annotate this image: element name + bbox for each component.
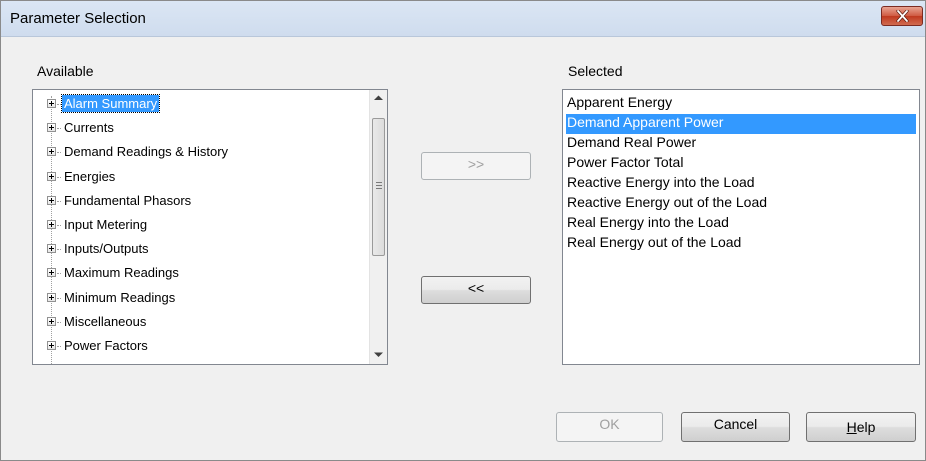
cancel-button-label: Cancel [713,416,758,432]
tree-connector [57,249,61,251]
plus-box-icon[interactable] [47,171,56,181]
tree-item[interactable]: Input Metering [47,215,347,235]
close-button[interactable] [881,6,923,26]
title-bar: Parameter Selection [1,1,925,37]
list-item[interactable]: Demand Apparent Power [566,114,916,134]
list-item[interactable]: Apparent Energy [566,94,916,114]
help-mnemonic: H [846,419,857,435]
list-item[interactable]: Demand Real Power [566,134,916,154]
plus-box-icon[interactable] [47,244,56,254]
tree-item[interactable]: Fundamental Phasors [47,191,347,211]
window-title: Parameter Selection [10,10,146,27]
tree-connector [57,128,61,130]
tree-connector [57,200,61,202]
scroll-up-arrow-icon [374,95,383,100]
parameter-selection-dialog: Parameter Selection Available Selected A… [0,0,926,461]
scroll-down-button[interactable] [370,347,387,364]
tree-connector [57,346,61,347]
selected-list[interactable]: Apparent Energy Demand Apparent Power Dema… [562,89,920,365]
tree-item[interactable]: Minimum Readings [47,288,347,308]
scroll-thumb-grip [376,182,382,189]
available-scrollbar[interactable] [369,90,387,364]
remove-button-label: << [467,280,485,296]
tree-connector [57,104,61,105]
plus-box-icon[interactable] [47,195,56,205]
tree-item[interactable]: Currents [47,118,347,138]
tree-item-label: Fundamental Phasors [64,192,192,208]
plus-box-icon[interactable] [47,292,56,302]
tree-item-label: Power Factors [64,338,148,353]
tree-item-label: Demand Readings & History [64,144,229,160]
cancel-button[interactable]: Cancel [681,412,790,442]
ok-button[interactable]: OK [556,412,663,442]
available-label: Available [37,63,94,79]
close-icon [896,10,909,22]
tree-item-label: Energies [64,168,116,184]
list-item[interactable]: Real Energy out of the Load [566,234,916,254]
ok-button-label: OK [599,416,620,432]
list-item[interactable]: Reactive Energy out of the Load [566,194,916,214]
tree-item[interactable]: Alarm Summary [47,94,347,114]
tree-item[interactable]: Energies [47,167,347,187]
list-item[interactable]: Real Energy into the Load [566,214,916,234]
list-item[interactable]: Reactive Energy into the Load [566,174,916,194]
tree-item-label: Currents [64,120,114,136]
tree-connector [57,321,61,323]
tree-item-label: Miscellaneous [64,313,147,329]
tree-item[interactable]: Power Factors [47,336,347,356]
tree-item-label: Inputs/Outputs [64,241,149,257]
tree-item-label: Input Metering [64,217,148,232]
help-button[interactable]: Help [806,412,916,442]
add-button[interactable]: >> [421,152,531,180]
tree-item-label: Minimum Readings [64,289,176,305]
tree-item[interactable]: Inputs/Outputs [47,239,347,259]
tree-item[interactable]: Demand Readings & History [47,142,347,162]
available-tree-items: Alarm Summary Currents Demand Readings & H… [33,90,369,364]
tree-connector [57,152,61,154]
help-button-label: Help [846,416,876,435]
selected-label: Selected [568,63,623,79]
plus-box-icon[interactable] [47,123,56,133]
remove-button[interactable]: << [421,276,531,304]
scroll-up-button[interactable] [370,90,387,107]
plus-box-icon[interactable] [47,220,56,229]
help-label-rest: elp [856,419,876,435]
tree-connector [57,176,61,178]
plus-box-icon[interactable] [47,268,56,278]
tree-item[interactable]: Maximum Readings [47,263,347,283]
tree-item[interactable]: Miscellaneous [47,312,347,332]
tree-connector [57,297,61,299]
scroll-down-arrow-icon [374,352,383,357]
tree-connector [57,273,61,275]
list-item[interactable]: Power Factor Total [566,154,916,174]
add-button-label: >> [467,156,485,172]
available-tree[interactable]: Alarm Summary Currents Demand Readings & H… [32,89,388,365]
tree-item-label: Alarm Summary [60,94,161,113]
plus-box-icon[interactable] [47,316,56,326]
tree-item-label: Maximum Readings [64,265,179,281]
scroll-thumb[interactable] [372,118,385,256]
plus-box-icon[interactable] [47,99,56,108]
plus-box-icon[interactable] [47,341,56,350]
selected-list-items: Apparent Energy Demand Apparent Power Dema… [563,94,919,364]
plus-box-icon[interactable] [47,147,56,157]
tree-connector [57,225,61,226]
